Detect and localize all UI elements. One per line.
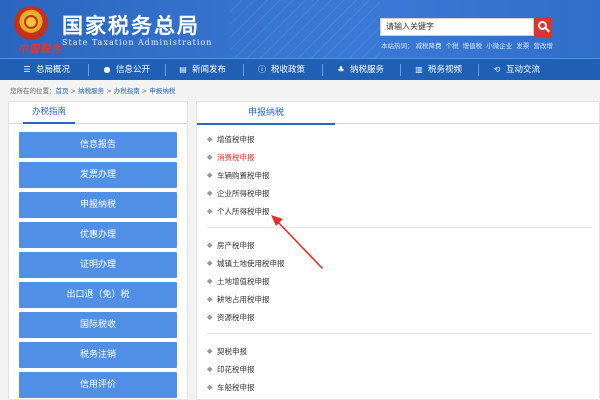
bullet-icon [206,242,213,249]
list-item-property-tax[interactable]: 房产税申报 [206,240,255,251]
sidebar-item-deregistration[interactable]: 税务注销 [19,342,177,368]
bullet-icon [206,384,213,391]
list-item-corporate-income-tax[interactable]: 企业所得税申报 [206,188,270,199]
refresh-icon: ⟲ [493,65,501,74]
sidebar-item-filing[interactable]: 申报纳税 [19,192,177,218]
bullet-icon [206,136,213,143]
menu-icon: ☰ [23,65,31,74]
main-nav: ☰ 总局概况 ● 信息公开 ▤ 新闻发布 ⓘ 税收政策 ♣ 纳税服务 ▥ 税务视频 ⟲ 互动交… [0,58,600,80]
sidebar-item-preferential[interactable]: 优惠办理 [19,222,177,248]
hot-word[interactable]: 营改增 [533,42,553,50]
bullet-icon [206,172,213,179]
hot-word[interactable]: 个税 [446,42,459,50]
list-item-deed-tax[interactable]: 契税申报 [206,346,247,357]
group-divider [207,333,592,334]
nav-item-tax-video[interactable]: ▥ 税务视频 [414,59,462,81]
news-icon: ▤ [179,65,187,74]
nav-item-news[interactable]: ▤ 新闻发布 [178,59,226,81]
bullet-icon [206,190,213,197]
main-tab-row: 申报纳税 [197,102,599,125]
nav-item-tax-policy[interactable]: ⓘ 税收政策 [257,59,305,81]
sidebar-item-info-report[interactable]: 信息报告 [19,132,177,158]
sidebar-item-certificate[interactable]: 证明办理 [19,252,177,278]
info-icon: ⓘ [258,65,266,74]
breadcrumb-separator: > [141,87,148,95]
hot-word[interactable]: 发票 [516,42,529,50]
bullet-icon [206,278,213,285]
bullet-icon [206,296,213,303]
search-input[interactable]: 请输入关键字 [380,18,534,36]
breadcrumb-link-home[interactable]: 首页 [56,87,69,95]
hot-words-label: 本站热词： [381,42,414,50]
nav-item-tax-service[interactable]: ♣ 纳税服务 [336,59,384,81]
sidebar-tab-row: 办税指南 [9,102,187,124]
breadcrumb-prefix: 您所在的位置： [10,87,56,95]
brand-logo-text: 中国税务 [18,44,62,55]
list-item-individual-income-tax[interactable]: 个人所得税申报 [206,206,270,217]
bullet-icon [206,260,213,267]
breadcrumb: 您所在的位置：首页 > 纳税服务 > 办税指南 > 申报纳税 [10,85,175,95]
list-item-stamp-tax[interactable]: 印花税申报 [206,364,255,375]
breadcrumb-link-tax-service[interactable]: 纳税服务 [78,87,104,95]
nav-item-interaction[interactable]: ⟲ 互动交流 [492,59,540,81]
video-icon: ▥ [415,65,423,74]
sidebar: 办税指南 信息报告 发票办理 申报纳税 优惠办理 证明办理 出口退（免）税 国际… [8,101,188,400]
site-title[interactable]: 国家税务总局 [62,10,200,40]
list-item-vehicle-vessel-tax[interactable]: 车船税申报 [206,382,255,393]
group-divider [207,227,592,228]
list-item-vehicle-purchase-tax[interactable]: 车辆购置税申报 [206,170,270,181]
nav-item-info-public[interactable]: ● 信息公开 [102,59,151,81]
breadcrumb-separator: > [70,87,77,95]
hot-word[interactable]: 减税降费 [416,42,442,50]
sidebar-tab-guide[interactable]: 办税指南 [23,102,75,124]
list-item-consumption-tax[interactable]: 消费税申报 [206,152,255,163]
sidebar-item-invoice[interactable]: 发票办理 [19,162,177,188]
site-subtitle: State Taxation Administration [62,38,213,47]
search-button[interactable] [534,17,552,37]
bullet-icon [206,208,213,215]
list-item-land-vat[interactable]: 土地增值税申报 [206,276,270,287]
breadcrumb-link-filing[interactable]: 申报纳税 [149,87,175,95]
list-item-farmland-tax[interactable]: 耕地占用税申报 [206,294,270,305]
bullet-icon [206,154,213,161]
sidebar-item-credit[interactable]: 信用评价 [19,372,177,398]
chat-icon: ● [103,65,111,74]
list-item-resource-tax[interactable]: 资源税申报 [206,312,255,323]
header-decoration [230,0,380,58]
nav-item-overview[interactable]: ☰ 总局概况 [22,59,70,81]
sidebar-item-export-refund[interactable]: 出口退（免）税 [19,282,177,308]
bullet-icon [206,366,213,373]
site-header: 中国税务 国家税务总局 State Taxation Administratio… [0,0,600,58]
tab-tax-filing[interactable]: 申报纳税 [197,102,335,125]
list-item-urban-land-tax[interactable]: 城镇土地使用税申报 [206,258,285,269]
list-item-vat[interactable]: 增值税申报 [206,134,255,145]
bullet-icon [206,348,213,355]
page: 中国税务 国家税务总局 State Taxation Administratio… [0,0,600,400]
hot-word[interactable]: 增值税 [463,42,483,50]
service-icon: ♣ [337,65,345,74]
hot-words: 本站热词： 减税降费 个税 增值税 小微企业 发票 营改增 [381,40,555,50]
main-panel: 申报纳税 增值税申报 消费税申报 车辆购置税申报 企业所得税申报 个人所得税申报… [196,101,600,400]
tax-emblem-icon[interactable] [14,6,48,40]
breadcrumb-separator: > [106,87,112,95]
bullet-icon [206,314,213,321]
sidebar-item-international[interactable]: 国际税收 [19,312,177,338]
hot-word[interactable]: 小微企业 [486,42,512,50]
breadcrumb-link-guide[interactable]: 办税指南 [114,87,140,95]
